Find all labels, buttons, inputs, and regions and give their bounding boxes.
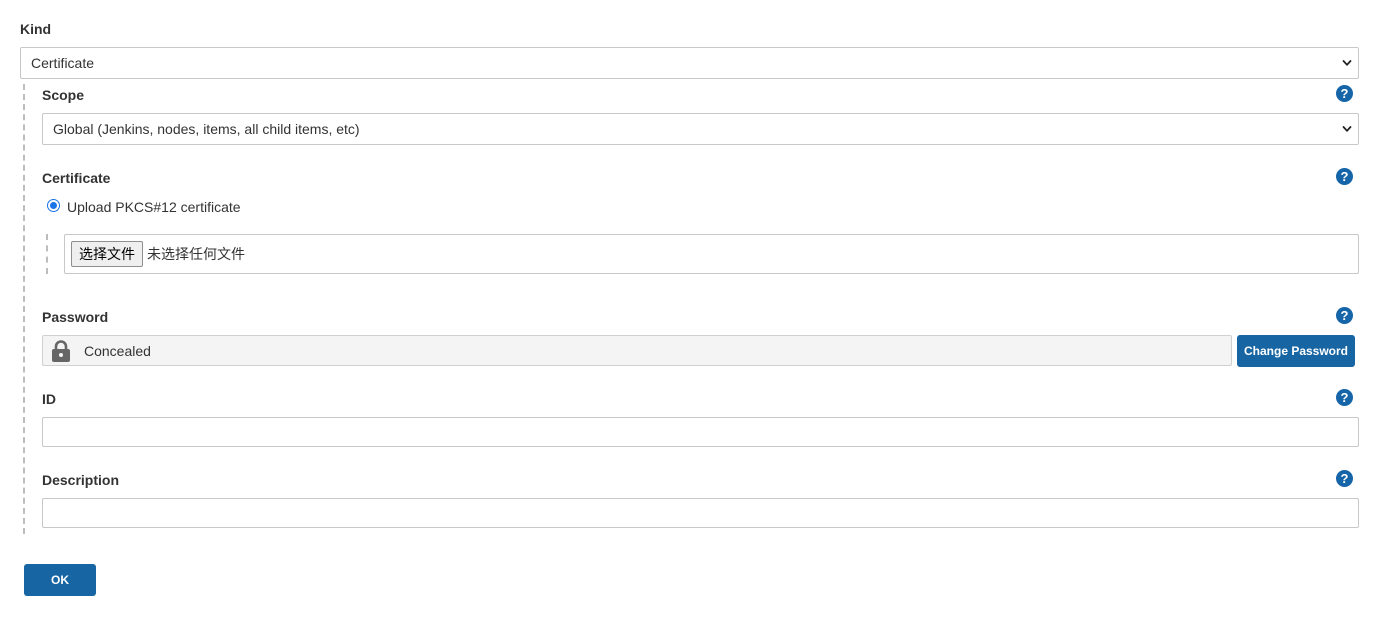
password-concealed-text: Concealed [84,343,151,359]
scope-select-value: Global (Jenkins, nodes, items, all child… [53,121,360,137]
help-icon[interactable]: ? [1336,470,1353,487]
scope-select[interactable]: Global (Jenkins, nodes, items, all child… [42,113,1359,145]
file-status-text: 未选择任何文件 [147,246,245,262]
help-icon[interactable]: ? [1336,307,1353,324]
id-label: ID [42,391,56,407]
choose-file-button[interactable]: 选择文件 [71,241,143,267]
password-label: Password [42,309,109,325]
change-password-button[interactable]: Change Password [1237,335,1355,367]
nested-section-guide [23,84,25,534]
chevron-down-icon [1342,126,1352,132]
scope-label: Scope [42,87,85,103]
help-icon[interactable]: ? [1336,389,1353,406]
password-concealed-field: Concealed [42,335,1232,366]
lock-icon [52,340,70,362]
certificate-label: Certificate [42,170,111,186]
kind-select-value: Certificate [31,55,95,71]
credentials-form: Kind Certificate Scope ? Global (Jenkins… [0,0,1387,631]
description-input[interactable] [42,498,1359,528]
upload-section-guide [46,234,48,274]
help-icon[interactable]: ? [1336,85,1353,102]
kind-select[interactable]: Certificate [20,47,1359,79]
description-label: Description [42,472,120,488]
kind-label: Kind [20,21,52,37]
upload-pkcs12-label[interactable]: Upload PKCS#12 certificate [67,198,241,216]
id-input[interactable] [42,417,1359,447]
upload-pkcs12-radio[interactable] [47,199,60,212]
chevron-down-icon [1342,60,1352,66]
file-upload-field: 选择文件 未选择任何文件 [64,234,1359,274]
help-icon[interactable]: ? [1336,168,1353,185]
ok-button[interactable]: OK [24,564,96,596]
